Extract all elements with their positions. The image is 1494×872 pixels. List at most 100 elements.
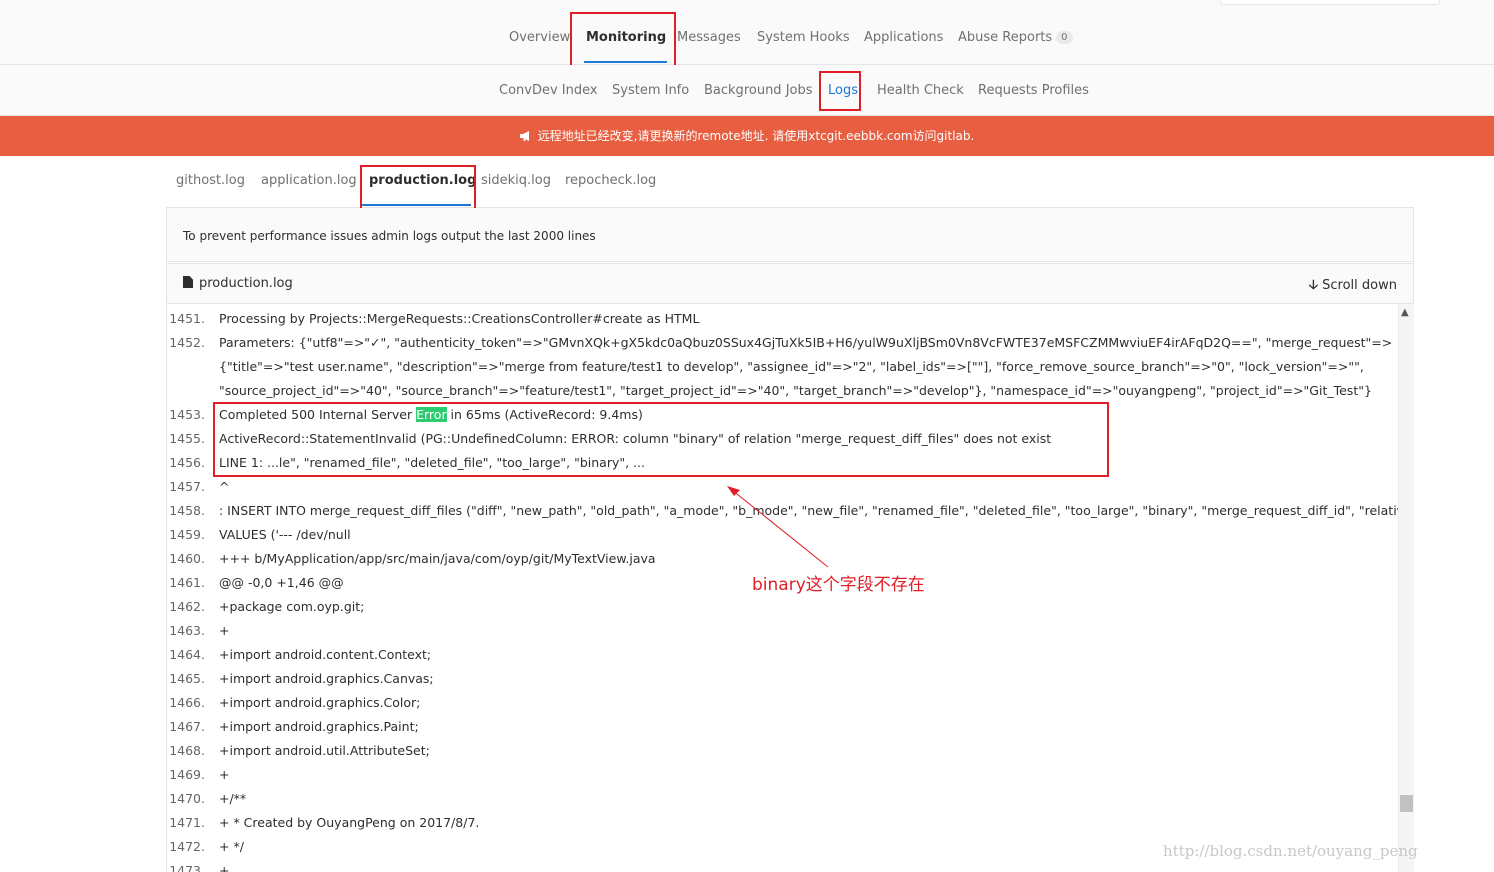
line-text: +/** xyxy=(219,791,247,806)
line-number: 1466. xyxy=(169,695,205,710)
info-text: To prevent performance issues admin logs… xyxy=(183,229,596,243)
log-line: 1452. Parameters: {"utf8"=>"✓", "authenti… xyxy=(167,331,1398,355)
arrow-down-icon: 🡣 xyxy=(1308,278,1319,293)
line-number: 1455. xyxy=(169,431,205,446)
line-number: 1462. xyxy=(169,599,205,614)
log-line: 1458. : INSERT INTO merge_request_diff_fi… xyxy=(167,499,1398,523)
log-line: "source_project_id"=>"40", "source_branc… xyxy=(167,379,1398,403)
nav-applications[interactable]: Applications xyxy=(864,30,943,45)
log-line: 1465. +import android.graphics.Canvas; xyxy=(167,667,1398,691)
subnav-requests-profiles[interactable]: Requests Profiles xyxy=(978,83,1089,98)
line-text: +++ b/MyApplication/app/src/main/java/co… xyxy=(219,551,656,566)
log-line: 1459. VALUES ('--- /dev/null xyxy=(167,523,1398,547)
tab-sidekiq-log[interactable]: sidekiq.log xyxy=(481,173,551,188)
line-number: 1457. xyxy=(169,479,205,494)
line-text: +import android.graphics.Canvas; xyxy=(219,671,434,686)
log-line: 1462. +package com.oyp.git; xyxy=(167,595,1398,619)
log-line: 1471. + * Created by OuyangPeng on 2017/8… xyxy=(167,811,1398,835)
nav-monitoring[interactable]: Monitoring xyxy=(586,30,666,45)
line-text-after: in 65ms (ActiveRecord: 9.4ms) xyxy=(446,407,643,422)
line-text: +import android.graphics.Color; xyxy=(219,695,421,710)
watermark: http://blog.csdn.net/ouyang_peng xyxy=(1163,842,1418,860)
scroll-down-button[interactable]: 🡣 Scroll down xyxy=(1309,276,1397,298)
line-text: + xyxy=(219,623,230,638)
line-text-before: Completed 500 Internal Server xyxy=(219,407,417,422)
log-line: 1466. +import android.graphics.Color; xyxy=(167,691,1398,715)
file-name: production.log xyxy=(199,276,293,291)
error-keyword-highlight: Error xyxy=(416,407,447,422)
broadcast-banner: 远程地址已经改变,请更换新的remote地址. 请使用xtcgit.eebbk.… xyxy=(0,116,1494,156)
log-scrollbar[interactable]: ▲ xyxy=(1398,304,1414,872)
tab-githost-log[interactable]: githost.log xyxy=(176,173,245,188)
log-line: 1469. + xyxy=(167,763,1398,787)
line-number: 1468. xyxy=(169,743,205,758)
subnav-convdev-index[interactable]: ConvDev Index xyxy=(499,83,598,98)
line-text: Parameters: {"utf8"=>"✓", "authenticity_… xyxy=(219,335,1393,350)
subnav-health-check[interactable]: Health Check xyxy=(877,83,964,98)
scroll-up-arrow-icon[interactable]: ▲ xyxy=(1401,307,1409,318)
line-number: 1464. xyxy=(169,647,205,662)
line-text: VALUES ('--- /dev/null xyxy=(219,527,351,542)
line-number: 1461. xyxy=(169,575,205,590)
log-line: 1467. +import android.graphics.Paint; xyxy=(167,715,1398,739)
nav-abuse-reports-label: Abuse Reports xyxy=(958,30,1053,45)
line-number: 1458. xyxy=(169,503,205,518)
line-number: 1469. xyxy=(169,767,205,782)
line-number: 1452. xyxy=(169,335,205,350)
subnav-logs[interactable]: Logs xyxy=(828,83,858,98)
log-line: 1453. Completed 500 Internal Server Error… xyxy=(167,403,1398,427)
line-text: +import android.graphics.Paint; xyxy=(219,719,419,734)
line-number: 1470. xyxy=(169,791,205,806)
line-text: +import android.util.AttributeSet; xyxy=(219,743,430,758)
line-text: Processing by Projects::MergeRequests::C… xyxy=(219,311,700,326)
line-text: {"title"=>"test user.name", "description… xyxy=(219,359,1364,374)
line-text: ActiveRecord::StatementInvalid (PG::Unde… xyxy=(219,431,1052,446)
log-line: 1464. +import android.content.Context; xyxy=(167,643,1398,667)
active-tab-indicator xyxy=(584,61,667,63)
line-number: 1467. xyxy=(169,719,205,734)
log-line: 1451. Processing by Projects::MergeReques… xyxy=(167,307,1398,331)
line-number: 1456. xyxy=(169,455,205,470)
line-text: +package com.oyp.git; xyxy=(219,599,365,614)
line-text: + xyxy=(219,863,230,872)
log-line: {"title"=>"test user.name", "description… xyxy=(167,355,1398,379)
log-line: 1463. + xyxy=(167,619,1398,643)
top-nav: Overview Monitoring Messages System Hook… xyxy=(0,0,1494,65)
line-text: + */ xyxy=(219,839,244,854)
line-number: 1451. xyxy=(169,311,205,326)
log-line: 1457. ^ xyxy=(167,475,1398,499)
nav-overview[interactable]: Overview xyxy=(509,30,570,45)
annotation-text: binary这个字段不存在 xyxy=(752,575,925,595)
line-text: ^ xyxy=(219,479,230,494)
scrollbar-thumb[interactable] xyxy=(1400,795,1413,812)
tab-repocheck-log[interactable]: repocheck.log xyxy=(565,173,656,188)
log-line: 1455. ActiveRecord::StatementInvalid (PG:… xyxy=(167,427,1398,451)
log-line: 1456. LINE 1: ...le", "renamed_file", "de… xyxy=(167,451,1398,475)
subnav-system-info[interactable]: System Info xyxy=(612,83,689,98)
nav-abuse-reports[interactable]: Abuse Reports 0 xyxy=(958,30,1073,45)
log-line: 1468. +import android.util.AttributeSet; xyxy=(167,739,1398,763)
line-text: @@ -0,0 +1,46 @@ xyxy=(219,575,344,590)
line-number: 1453. xyxy=(169,407,205,422)
line-text: "source_project_id"=>"40", "source_branc… xyxy=(219,383,1372,398)
line-text: : INSERT INTO merge_request_diff_files (… xyxy=(219,503,1398,518)
megaphone-icon xyxy=(519,131,529,141)
log-line: 1473. + xyxy=(167,859,1398,872)
active-log-tab-indicator xyxy=(362,204,471,206)
tab-application-log[interactable]: application.log xyxy=(261,173,357,188)
tab-production-log[interactable]: production.log xyxy=(369,173,476,188)
nav-system-hooks[interactable]: System Hooks xyxy=(757,30,850,45)
nav-messages[interactable]: Messages xyxy=(677,30,741,45)
subnav-background-jobs[interactable]: Background Jobs xyxy=(704,83,813,98)
line-text: LINE 1: ...le", "renamed_file", "deleted… xyxy=(219,455,645,470)
log-line: 1460. +++ b/MyApplication/app/src/main/ja… xyxy=(167,547,1398,571)
line-text: + xyxy=(219,767,230,782)
line-number: 1463. xyxy=(169,623,205,638)
line-text: Completed 500 Internal Server Error in 6… xyxy=(219,403,643,427)
log-line: 1470. +/** xyxy=(167,787,1398,811)
line-text: +import android.content.Context; xyxy=(219,647,432,662)
line-number: 1459. xyxy=(169,527,205,542)
info-message: To prevent performance issues admin logs… xyxy=(166,208,1414,262)
search-input[interactable] xyxy=(1220,0,1440,5)
line-text: + * Created by OuyangPeng on 2017/8/7. xyxy=(219,815,480,830)
